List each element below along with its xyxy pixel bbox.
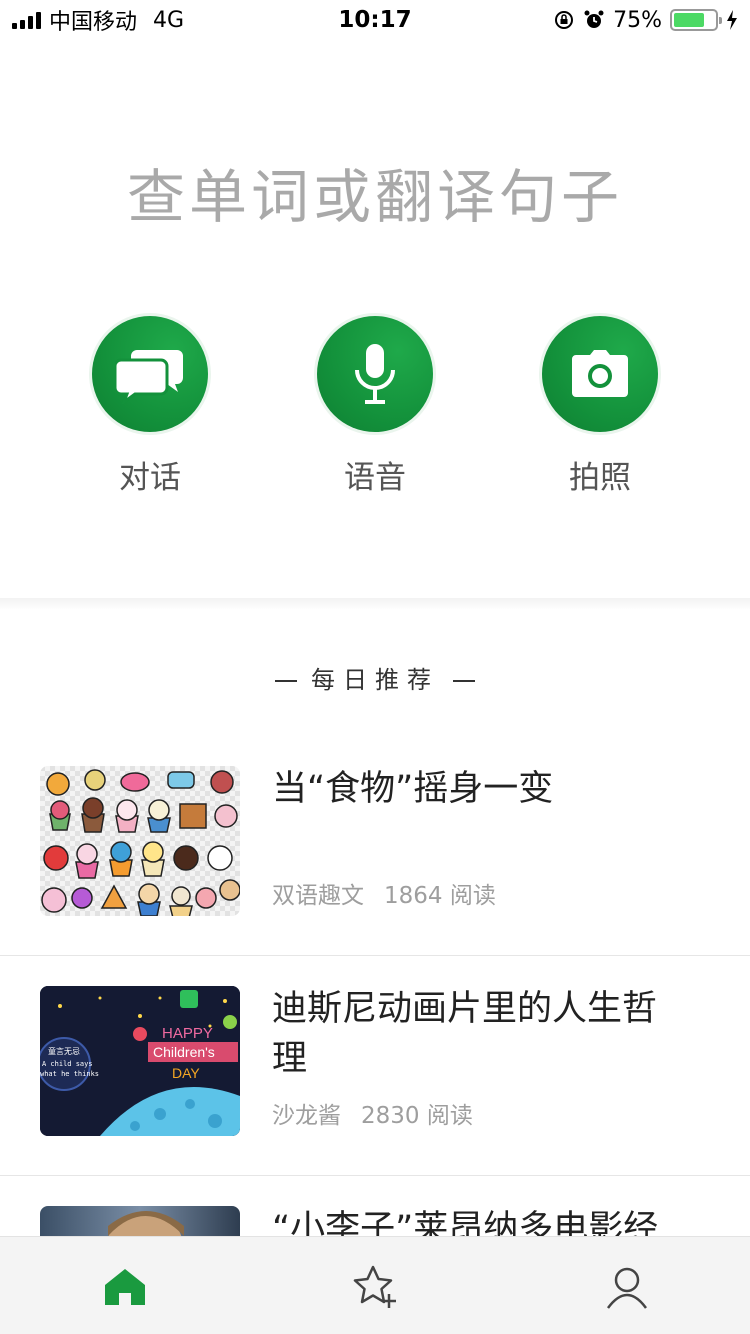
battery-percent: 75% — [613, 7, 662, 33]
photo-action[interactable]: 拍照 — [535, 316, 665, 497]
microphone-icon — [355, 344, 395, 404]
search-prompt[interactable]: 查单词或翻译句子 — [0, 150, 750, 234]
article-reads: 2830 阅读 — [361, 1103, 473, 1129]
photo-button[interactable] — [542, 316, 658, 432]
food-stickers-image — [40, 766, 240, 916]
dash-left — [275, 680, 297, 682]
banner-children: Children's — [153, 1044, 215, 1060]
tab-favorites[interactable] — [345, 1259, 405, 1315]
caption-cn: 童言无忌 — [48, 1046, 80, 1056]
battery-icon — [670, 9, 722, 31]
alarm-icon — [584, 10, 604, 28]
voice-button[interactable] — [317, 316, 433, 432]
signal-icon — [12, 11, 41, 29]
camera-icon — [572, 350, 628, 397]
status-left: 中国移动 4G — [12, 4, 184, 36]
article-thumbnail — [40, 766, 240, 916]
voice-label: 语音 — [344, 460, 406, 496]
article-title[interactable]: 当“食物”摇身一变 — [272, 764, 672, 814]
chat-bubbles-icon — [115, 350, 183, 404]
photo-label: 拍照 — [569, 460, 631, 496]
article-source: 沙龙酱 — [272, 1103, 341, 1129]
charging-bolt-icon — [727, 10, 737, 30]
quick-actions: 对话 语音 拍照 — [0, 316, 750, 496]
battery-fill — [674, 13, 704, 27]
section-divider — [0, 598, 750, 610]
favorites-add-icon — [353, 1265, 396, 1308]
conversation-button[interactable] — [92, 316, 208, 432]
caption-line3: what he thinks — [40, 1070, 99, 1078]
profile-icon — [606, 1267, 648, 1309]
conversation-label: 对话 — [119, 460, 181, 496]
daily-header: 每日推荐 — [0, 660, 750, 695]
dash-right — [453, 680, 475, 682]
article-item[interactable]: HAPPY Children's DAY 童言无忌 A child says w… — [0, 956, 750, 1176]
article-item[interactable]: 当“食物”摇身一变 双语趣文 1864 阅读 — [0, 736, 750, 956]
banner-day: DAY — [172, 1065, 200, 1081]
banner-happy: HAPPY — [162, 1025, 213, 1042]
rotation-lock-icon — [555, 11, 574, 29]
article-thumbnail: HAPPY Children's DAY 童言无忌 A child says w… — [40, 986, 240, 1136]
article-meta: 沙龙酱 2830 阅读 — [272, 1096, 473, 1130]
article-meta: 双语趣文 1864 阅读 — [272, 876, 496, 910]
status-bar: 中国移动 4G 10:17 75% — [0, 0, 750, 40]
home-icon — [105, 1269, 145, 1305]
article-source: 双语趣文 — [272, 883, 364, 909]
daily-title: 每日推荐 — [311, 666, 439, 694]
status-right: 75% — [553, 8, 738, 33]
tab-profile[interactable] — [597, 1259, 657, 1315]
conversation-action[interactable]: 对话 — [85, 316, 215, 497]
article-reads: 1864 阅读 — [384, 883, 496, 909]
voice-action[interactable]: 语音 — [310, 316, 440, 497]
network-label: 4G — [153, 7, 185, 33]
article-title[interactable]: 迪斯尼动画片里的人生哲理 — [272, 984, 672, 1084]
tab-home[interactable] — [95, 1259, 155, 1315]
caption-line2: A child says — [42, 1060, 93, 1068]
childrens-day-image: HAPPY Children's DAY 童言无忌 A child says w… — [40, 986, 240, 1136]
bottom-tab-bar — [0, 1236, 750, 1334]
carrier-label: 中国移动 — [49, 10, 138, 35]
